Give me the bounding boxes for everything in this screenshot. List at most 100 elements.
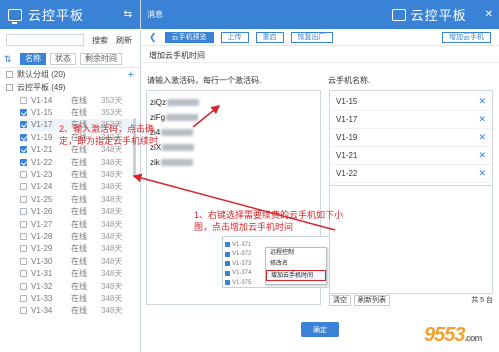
selected-device-item: V1-19 ✕: [330, 129, 492, 147]
inset-device-name: V1-373: [232, 260, 252, 267]
device-name: V1-30: [31, 256, 53, 266]
device-row[interactable]: V1-31 在线 348天: [20, 267, 140, 279]
search-button[interactable]: 搜索: [92, 35, 108, 46]
refresh-list-button[interactable]: 刷新列表: [354, 294, 390, 306]
remove-icon[interactable]: ✕: [478, 150, 486, 161]
device-row[interactable]: V1-32 在线 348天: [20, 280, 140, 292]
tab-name[interactable]: 名称: [20, 53, 46, 65]
remove-icon[interactable]: ✕: [478, 132, 486, 143]
preview-button[interactable]: 云手机预览: [164, 31, 214, 43]
chevron-left-icon[interactable]: ❮: [149, 32, 157, 43]
device-checkbox[interactable]: [20, 195, 27, 203]
device-checkbox[interactable]: [20, 208, 27, 216]
device-status: 在线: [71, 95, 87, 105]
activation-code-line: ziX: [150, 140, 317, 155]
clear-button[interactable]: 清空: [329, 294, 351, 306]
device-checkbox[interactable]: [20, 270, 27, 278]
device-checkbox[interactable]: [20, 96, 27, 104]
add-icon[interactable]: +: [128, 69, 134, 81]
restart-button[interactable]: 重启: [255, 31, 284, 43]
device-row[interactable]: V1-33 在线 348天: [20, 292, 140, 304]
right-titlebar: 消息 云控平板 ✕: [141, 0, 499, 29]
device-days: 348天: [101, 170, 123, 180]
device-name: V1-33: [31, 293, 53, 303]
menu-rename[interactable]: 修改名: [266, 259, 326, 270]
selected-device-name: V1-22: [336, 169, 358, 178]
menu-remote-control[interactable]: 远程控制: [266, 248, 326, 259]
device-checkbox[interactable]: [20, 245, 27, 253]
device-row[interactable]: V1-25 在线 348天: [20, 193, 140, 205]
device-checkbox[interactable]: [20, 220, 27, 228]
group-checkbox[interactable]: [6, 71, 13, 78]
device-checkbox[interactable]: [20, 109, 27, 117]
inset-device-row: V1-372: [225, 250, 251, 259]
device-name: V1-22: [31, 157, 53, 167]
device-row[interactable]: V1-24 在线 348天: [20, 181, 140, 193]
menu-add-time[interactable]: 增加云手机时间: [266, 270, 326, 281]
device-days: 348天: [101, 157, 123, 167]
device-days: 348天: [101, 256, 123, 266]
device-row[interactable]: V1-23 在线 348天: [20, 168, 140, 180]
swap-icon[interactable]: ⇆: [124, 9, 132, 20]
activation-code-line: zi4: [150, 125, 317, 140]
device-checkbox[interactable]: [20, 133, 27, 141]
refresh-button[interactable]: 刷新: [116, 35, 132, 46]
upload-button[interactable]: 上传: [220, 31, 249, 43]
monitor-icon: [8, 8, 22, 24]
remove-icon[interactable]: ✕: [478, 114, 486, 125]
device-checkbox[interactable]: [20, 171, 27, 179]
sort-icon[interactable]: ⇅: [4, 54, 16, 65]
factory-reset-button[interactable]: 恢复出厂: [290, 31, 333, 43]
toolbar: ❮ 云手机预览 上传 重启 恢复出厂 增加云手机: [141, 29, 499, 46]
device-row[interactable]: V1-28 在线 348天: [20, 230, 140, 242]
device-checkbox[interactable]: [20, 307, 27, 315]
device-row[interactable]: V1-30 在线 348天: [20, 255, 140, 267]
device-checkbox[interactable]: [20, 232, 27, 240]
selected-devices-list: V1-15 ✕ V1-17 ✕ V1-19 ✕ V1-21 ✕ V1-22 ✕: [329, 90, 493, 186]
device-checkbox[interactable]: [20, 183, 27, 191]
confirm-button[interactable]: 确定: [301, 322, 339, 337]
device-name: V1-23: [31, 170, 53, 180]
group-default[interactable]: 默认分组 (20) +: [0, 68, 140, 81]
message-tab[interactable]: 消息: [147, 9, 163, 20]
device-row[interactable]: V1-27 在线 348天: [20, 218, 140, 230]
device-row[interactable]: V1-22 在线 348天: [20, 156, 140, 168]
tab-remaining-time[interactable]: 剩余时间: [80, 53, 122, 65]
device-checkbox[interactable]: [20, 146, 27, 154]
remove-icon[interactable]: ✕: [478, 96, 486, 107]
device-checkbox[interactable]: [20, 121, 27, 129]
activation-code-line: ziFg: [150, 110, 317, 125]
window-title: 云控平板: [410, 8, 467, 23]
device-status: 在线: [71, 108, 87, 118]
total-count: 共 5 台: [471, 297, 493, 304]
add-time-window: 消息 云控平板 ✕ ❮ 云手机预览 上传 重启 恢复出厂 增加云手机 增加云手机…: [141, 0, 499, 352]
add-phone-button[interactable]: 增加云手机: [442, 31, 491, 43]
device-row[interactable]: V1-34 在线 348天: [20, 305, 140, 317]
device-name: V1-31: [31, 269, 53, 279]
device-checkbox[interactable]: [20, 257, 27, 265]
selected-device-name: V1-17: [336, 115, 358, 124]
device-days: 348天: [101, 306, 123, 316]
search-input[interactable]: [6, 34, 84, 46]
step1-annotation: 1、右键选择需要续费的云手机如下小图，点击增加云手机时间: [194, 210, 344, 232]
close-icon[interactable]: ✕: [485, 9, 493, 20]
activation-code-line: zik: [150, 155, 317, 170]
inset-checkbox: [225, 270, 230, 276]
device-name: V1-32: [31, 281, 53, 291]
device-checkbox[interactable]: [20, 158, 27, 166]
monitor-icon: [391, 8, 406, 21]
inset-device-name: V1-371: [232, 241, 252, 248]
tab-status[interactable]: 状态: [50, 53, 76, 65]
device-name: V1-28: [31, 231, 53, 241]
device-row[interactable]: V1-15 在线 353天: [20, 106, 140, 118]
device-checkbox[interactable]: [20, 294, 27, 302]
group-cloud[interactable]: 云控平板 (49): [0, 81, 140, 94]
device-row[interactable]: V1-29 在线 348天: [20, 243, 140, 255]
device-row[interactable]: V1-14 在线 353天: [20, 94, 140, 106]
device-row[interactable]: V1-26 在线 348天: [20, 206, 140, 218]
group-checkbox[interactable]: [6, 84, 13, 91]
device-checkbox[interactable]: [20, 282, 27, 290]
device-status: 在线: [71, 194, 87, 204]
selected-device-item: V1-22 ✕: [330, 165, 492, 183]
remove-icon[interactable]: ✕: [478, 168, 486, 179]
